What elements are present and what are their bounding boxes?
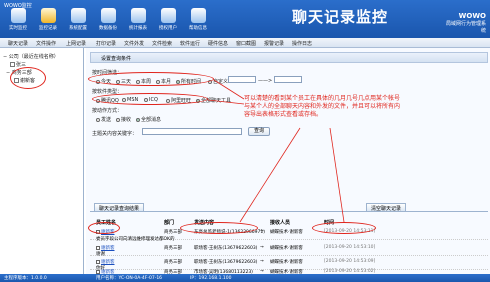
date-range-arrow: ——>	[258, 78, 273, 84]
end-date-input[interactable]	[274, 76, 302, 83]
monitor-icon	[10, 8, 26, 23]
menu-file-search[interactable]: 文件检索	[152, 40, 172, 47]
tree-root[interactable]: − 公司（最近在线名称）	[3, 53, 59, 60]
keyword-label: 主题关内容关键字：	[92, 131, 138, 137]
menu-print-records[interactable]: 打印记录	[96, 40, 116, 47]
help-icon	[190, 8, 206, 23]
direction-arrow-icon: →	[260, 229, 264, 234]
query-panel-title: 设置查询条件	[90, 52, 488, 63]
user-icon	[10, 62, 15, 67]
highlight-oval	[10, 67, 46, 89]
database-icon	[100, 8, 116, 23]
table-row[interactable]: 谢新客 商务三部 职场客·王树东(13679622603) → 蝴蝶技术·谢新客…	[90, 256, 488, 271]
menu-alarm[interactable]: 报警记录	[264, 40, 284, 47]
table-header: 员工姓名 部门 发送内容 接收人员 时间	[90, 216, 488, 226]
status-version: 主程序版本：1.0.0.0	[4, 276, 47, 281]
direction-arrow-icon: →	[260, 245, 264, 250]
header-dept: 部门	[164, 220, 175, 226]
records-icon	[40, 8, 56, 23]
brand-logo: WOWO 局域网行为管理系统	[446, 12, 487, 34]
highlight-oval	[92, 93, 208, 105]
tab-chat-results[interactable]: 聊天记录查询结果	[94, 203, 145, 212]
dir-option-all[interactable]: 全部消息	[136, 116, 161, 123]
highlight-oval	[312, 222, 376, 234]
status-ip: IP：192.168.1.100	[190, 276, 232, 281]
toolbar-realtime-monitor[interactable]: 实时监控	[4, 8, 32, 36]
header-receiver: 接收人员	[270, 220, 291, 226]
toolbar-system-config[interactable]: 系统配置	[64, 8, 92, 36]
menu-chat-records[interactable]: 聊天记录	[8, 40, 28, 47]
toolbar-data-backup[interactable]: 数据备份	[94, 8, 122, 36]
toolbar-stats-report[interactable]: 统计报表	[124, 8, 152, 36]
menu-op-log[interactable]: 操作日志	[292, 40, 312, 47]
toolbar-help[interactable]: 帮助信息	[184, 8, 212, 36]
dir-option-receive[interactable]: 接收	[116, 116, 131, 123]
hero-title: 聊天记录监控	[292, 8, 389, 26]
menu-software-run[interactable]: 软件运行	[180, 40, 200, 47]
menu-screenshot[interactable]: 窗口截图	[236, 40, 256, 47]
gear-icon	[70, 8, 86, 23]
clear-records-button[interactable]: 清空聊天记录	[366, 203, 407, 212]
search-button[interactable]: 查询	[248, 127, 270, 136]
user-icon	[160, 8, 176, 23]
chart-icon	[130, 8, 146, 23]
keyword-input[interactable]	[142, 128, 242, 135]
annotation-text: 可以清楚的看到某个员工在具体的几月几号几点用某个帐号与某个人的全部聊天内容和外发…	[244, 95, 401, 118]
table-row[interactable]: 谢新客 商务三部 东亮总监老师说-1(13622966971) → 蝴蝶技术·谢…	[90, 226, 488, 242]
direction-label: 按动作方式：	[92, 108, 123, 114]
menu-web-records[interactable]: 上网记录	[66, 40, 86, 47]
highlight-oval	[88, 72, 214, 86]
menu-file-ops[interactable]: 文件操作	[36, 40, 56, 47]
table-row[interactable]: 谢新客 商务三部 职场客·王树东(13679622603) → 蝴蝶技术·谢新客…	[90, 242, 488, 257]
menu-bar: 聊天记录 文件操作 上网记录 打印记录 文件外发 文件检索 软件运行 硬件信息 …	[0, 38, 490, 48]
direction-arrow-icon: →	[260, 259, 264, 264]
highlight-oval	[180, 222, 258, 234]
status-user: 用户名称：YC-ON-0A-4F-07-16	[96, 276, 163, 281]
dir-option-send[interactable]: 发送	[96, 116, 111, 123]
highlight-oval	[88, 222, 120, 234]
result-tabs: 聊天记录查询结果 清空聊天记录	[90, 202, 488, 212]
toolbar-authorized-users[interactable]: 授权用户	[154, 8, 182, 36]
menu-file-out[interactable]: 文件外发	[124, 40, 144, 47]
start-date-input[interactable]	[228, 76, 256, 83]
menu-hardware[interactable]: 硬件信息	[208, 40, 228, 47]
toolbar-monitor-records[interactable]: 监控记录	[34, 8, 62, 36]
title-bar: WOWO监控 实时监控 监控记录 系统配置 数据备份 统计报表 授权用户 帮助信…	[0, 0, 490, 38]
status-bar: 主程序版本：1.0.0.0 用户名称：YC-ON-0A-4F-07-16 IP：…	[0, 274, 490, 282]
